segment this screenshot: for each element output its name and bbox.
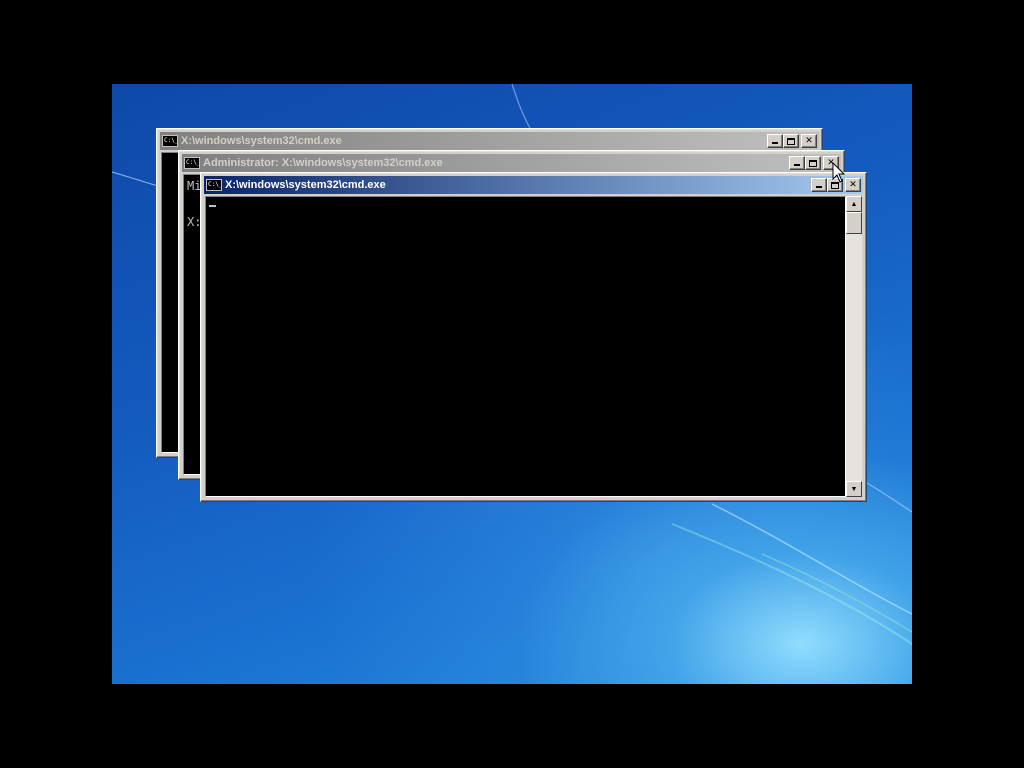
close-button[interactable]: ✕ bbox=[845, 178, 861, 192]
vertical-scrollbar[interactable]: ▲ ▼ bbox=[846, 196, 862, 497]
close-button[interactable]: ✕ bbox=[801, 134, 817, 148]
minimize-icon bbox=[772, 142, 778, 144]
arrow-up-icon: ▲ bbox=[850, 200, 858, 208]
minimize-icon bbox=[816, 186, 822, 188]
arrow-down-icon: ▼ bbox=[850, 485, 858, 493]
text-cursor bbox=[209, 205, 216, 207]
scroll-down-button[interactable]: ▼ bbox=[846, 481, 862, 497]
window-title: Administrator: X:\windows\system32\cmd.e… bbox=[203, 157, 443, 169]
minimize-button[interactable] bbox=[767, 134, 783, 148]
scroll-thumb[interactable] bbox=[846, 212, 862, 234]
console-line bbox=[209, 199, 842, 217]
close-icon: ✕ bbox=[849, 180, 857, 190]
maximize-button[interactable] bbox=[805, 156, 821, 170]
maximize-icon bbox=[809, 159, 817, 167]
maximize-icon bbox=[787, 137, 795, 145]
mouse-pointer-icon bbox=[832, 162, 846, 183]
minimize-button[interactable] bbox=[811, 178, 827, 192]
scroll-up-button[interactable]: ▲ bbox=[846, 196, 862, 212]
cmd-window-front[interactable]: C:\_ X:\windows\system32\cmd.exe ✕ ▲ ▼ bbox=[200, 172, 867, 502]
minimize-button[interactable] bbox=[789, 156, 805, 170]
minimize-icon bbox=[794, 164, 800, 166]
cmd-icon: C:\_ bbox=[184, 157, 200, 169]
title-bar[interactable]: C:\_ X:\windows\system32\cmd.exe ✕ bbox=[204, 176, 863, 194]
close-icon: ✕ bbox=[805, 136, 813, 146]
window-title: X:\windows\system32\cmd.exe bbox=[225, 179, 386, 191]
cmd-icon: C:\_ bbox=[206, 179, 222, 191]
maximize-button[interactable] bbox=[783, 134, 799, 148]
console-output[interactable] bbox=[205, 196, 846, 497]
title-bar[interactable]: C:\_ Administrator: X:\windows\system32\… bbox=[182, 154, 841, 172]
cmd-icon: C:\_ bbox=[162, 135, 178, 147]
window-title: X:\windows\system32\cmd.exe bbox=[181, 135, 342, 147]
title-bar[interactable]: C:\_ X:\windows\system32\cmd.exe ✕ bbox=[160, 132, 819, 150]
